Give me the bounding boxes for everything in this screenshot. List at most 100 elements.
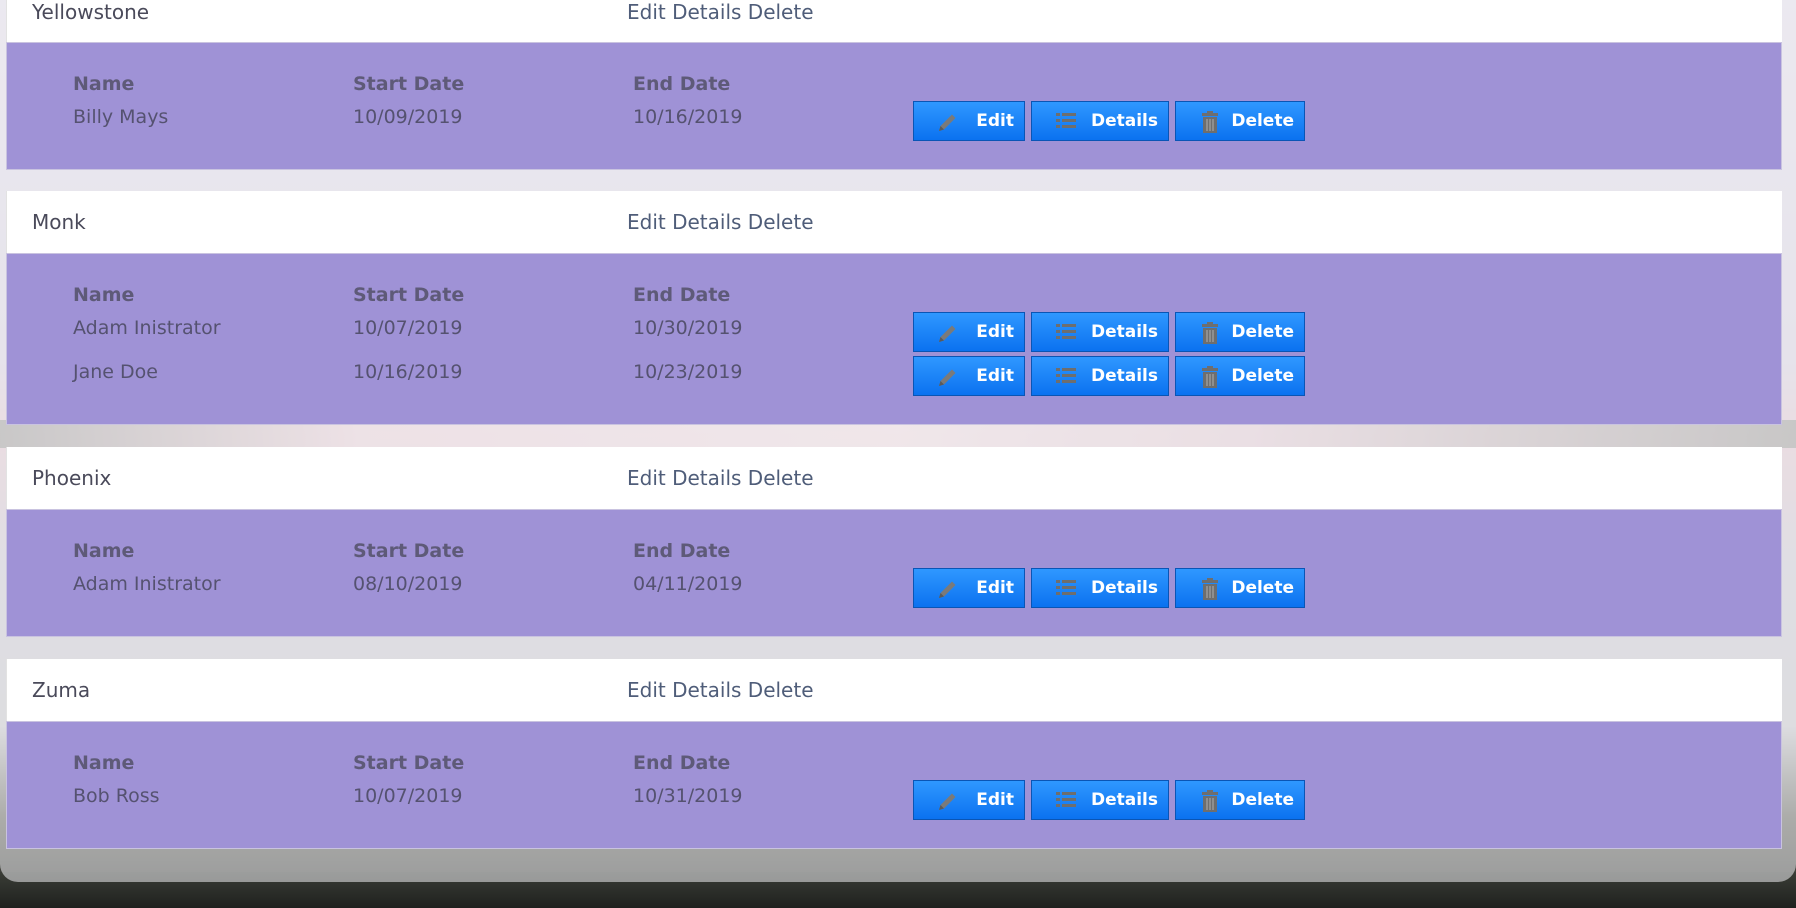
park-name: Zuma bbox=[32, 678, 91, 702]
park-delete-link[interactable]: Delete bbox=[748, 0, 814, 24]
column-header-name: Name bbox=[73, 284, 135, 306]
park-name: Yellowstone bbox=[32, 0, 150, 24]
park-delete-link[interactable]: Delete bbox=[748, 678, 814, 702]
column-header-name: Name bbox=[73, 752, 135, 774]
delete-button[interactable]: Delete bbox=[1175, 780, 1305, 820]
edit-button[interactable]: Edit bbox=[913, 356, 1025, 396]
bookings-table: Name Start Date End Date Bob Ross 10/07/… bbox=[6, 721, 1782, 849]
list-icon bbox=[1056, 580, 1076, 595]
booking-start-date: 08/10/2019 bbox=[353, 573, 463, 595]
details-button-label: Details bbox=[1090, 366, 1158, 386]
column-header-name: Name bbox=[73, 73, 135, 95]
trash-icon bbox=[1202, 366, 1218, 388]
booking-end-date: 10/23/2019 bbox=[633, 361, 743, 383]
delete-button[interactable]: Delete bbox=[1175, 101, 1305, 141]
list-icon bbox=[1056, 324, 1076, 339]
booking-end-date: 04/11/2019 bbox=[633, 573, 743, 595]
park-edit-link[interactable]: Edit bbox=[627, 466, 666, 490]
booking-actions: Edit Details Delete bbox=[913, 312, 1305, 352]
park-delete-link[interactable]: Delete bbox=[748, 466, 814, 490]
park-edit-link[interactable]: Edit bbox=[627, 678, 666, 702]
booking-start-date: 10/07/2019 bbox=[353, 785, 463, 807]
pencil-icon bbox=[939, 325, 956, 342]
park-actions: Edit Details Delete bbox=[627, 0, 814, 24]
booking-name: Adam Inistrator bbox=[73, 317, 221, 339]
park-actions: Edit Details Delete bbox=[627, 466, 814, 490]
details-button[interactable]: Details bbox=[1031, 568, 1169, 608]
details-button[interactable]: Details bbox=[1031, 312, 1169, 352]
edit-button[interactable]: Edit bbox=[913, 568, 1025, 608]
park-edit-link[interactable]: Edit bbox=[627, 0, 666, 24]
park-card-yellowstone: Yellowstone Edit Details Delete Name Sta… bbox=[6, 0, 1782, 170]
edit-button-label: Edit bbox=[976, 578, 1014, 598]
park-card-phoenix: Phoenix Edit Details Delete Name Start D… bbox=[6, 447, 1782, 637]
park-name: Monk bbox=[32, 210, 86, 234]
booking-start-date: 10/16/2019 bbox=[353, 361, 463, 383]
edit-button[interactable]: Edit bbox=[913, 780, 1025, 820]
booking-name: Adam Inistrator bbox=[73, 573, 221, 595]
booking-actions: Edit Details Delete bbox=[913, 356, 1305, 396]
column-header-start-date: Start Date bbox=[353, 73, 465, 95]
trash-icon bbox=[1202, 578, 1218, 600]
trash-icon bbox=[1202, 111, 1218, 133]
delete-button[interactable]: Delete bbox=[1175, 356, 1305, 396]
delete-button-label: Delete bbox=[1231, 790, 1294, 810]
park-header: Zuma Edit Details Delete bbox=[6, 659, 1782, 721]
park-details-link[interactable]: Details bbox=[672, 466, 741, 490]
details-button[interactable]: Details bbox=[1031, 101, 1169, 141]
delete-button[interactable]: Delete bbox=[1175, 568, 1305, 608]
column-header-end-date: End Date bbox=[633, 752, 731, 774]
column-header-start-date: Start Date bbox=[353, 540, 465, 562]
park-card-monk: Monk Edit Details Delete Name Start Date… bbox=[6, 191, 1782, 425]
trash-icon bbox=[1202, 322, 1218, 344]
booking-actions: Edit Details Delete bbox=[913, 568, 1305, 608]
booking-actions: Edit Details Delete bbox=[913, 101, 1305, 141]
delete-button-label: Delete bbox=[1231, 366, 1294, 386]
booking-actions: Edit Details Delete bbox=[913, 780, 1305, 820]
details-button-label: Details bbox=[1090, 578, 1158, 598]
pencil-icon bbox=[939, 581, 956, 598]
edit-button-label: Edit bbox=[976, 111, 1014, 131]
delete-button-label: Delete bbox=[1231, 322, 1294, 342]
park-details-link[interactable]: Details bbox=[672, 210, 741, 234]
list-icon bbox=[1056, 792, 1076, 807]
booking-name: Bob Ross bbox=[73, 785, 160, 807]
park-card-zuma: Zuma Edit Details Delete Name Start Date… bbox=[6, 659, 1782, 849]
details-button[interactable]: Details bbox=[1031, 356, 1169, 396]
column-header-start-date: Start Date bbox=[353, 752, 465, 774]
trash-icon bbox=[1202, 790, 1218, 812]
column-header-end-date: End Date bbox=[633, 73, 731, 95]
booking-start-date: 10/07/2019 bbox=[353, 317, 463, 339]
bookings-table: Name Start Date End Date Adam Inistrator… bbox=[6, 509, 1782, 637]
details-button-label: Details bbox=[1090, 322, 1158, 342]
booking-name: Billy Mays bbox=[73, 106, 169, 128]
park-details-link[interactable]: Details bbox=[672, 678, 741, 702]
park-details-link[interactable]: Details bbox=[672, 0, 741, 24]
park-header: Yellowstone Edit Details Delete bbox=[6, 0, 1782, 42]
list-icon bbox=[1056, 113, 1076, 128]
column-header-name: Name bbox=[73, 540, 135, 562]
bookings-table: Name Start Date End Date Adam Inistrator… bbox=[6, 253, 1782, 425]
booking-name: Jane Doe bbox=[73, 361, 158, 383]
edit-button-label: Edit bbox=[976, 322, 1014, 342]
details-button[interactable]: Details bbox=[1031, 780, 1169, 820]
edit-button[interactable]: Edit bbox=[913, 312, 1025, 352]
pencil-icon bbox=[939, 114, 956, 131]
details-button-label: Details bbox=[1090, 790, 1158, 810]
park-actions: Edit Details Delete bbox=[627, 210, 814, 234]
park-header: Monk Edit Details Delete bbox=[6, 191, 1782, 253]
edit-button-label: Edit bbox=[976, 366, 1014, 386]
delete-button[interactable]: Delete bbox=[1175, 312, 1305, 352]
park-actions: Edit Details Delete bbox=[627, 678, 814, 702]
delete-button-label: Delete bbox=[1231, 578, 1294, 598]
park-edit-link[interactable]: Edit bbox=[627, 210, 666, 234]
column-header-end-date: End Date bbox=[633, 540, 731, 562]
park-header: Phoenix Edit Details Delete bbox=[6, 447, 1782, 509]
park-delete-link[interactable]: Delete bbox=[748, 210, 814, 234]
details-button-label: Details bbox=[1090, 111, 1158, 131]
edit-button-label: Edit bbox=[976, 790, 1014, 810]
booking-end-date: 10/30/2019 bbox=[633, 317, 743, 339]
pencil-icon bbox=[939, 793, 956, 810]
booking-end-date: 10/16/2019 bbox=[633, 106, 743, 128]
edit-button[interactable]: Edit bbox=[913, 101, 1025, 141]
